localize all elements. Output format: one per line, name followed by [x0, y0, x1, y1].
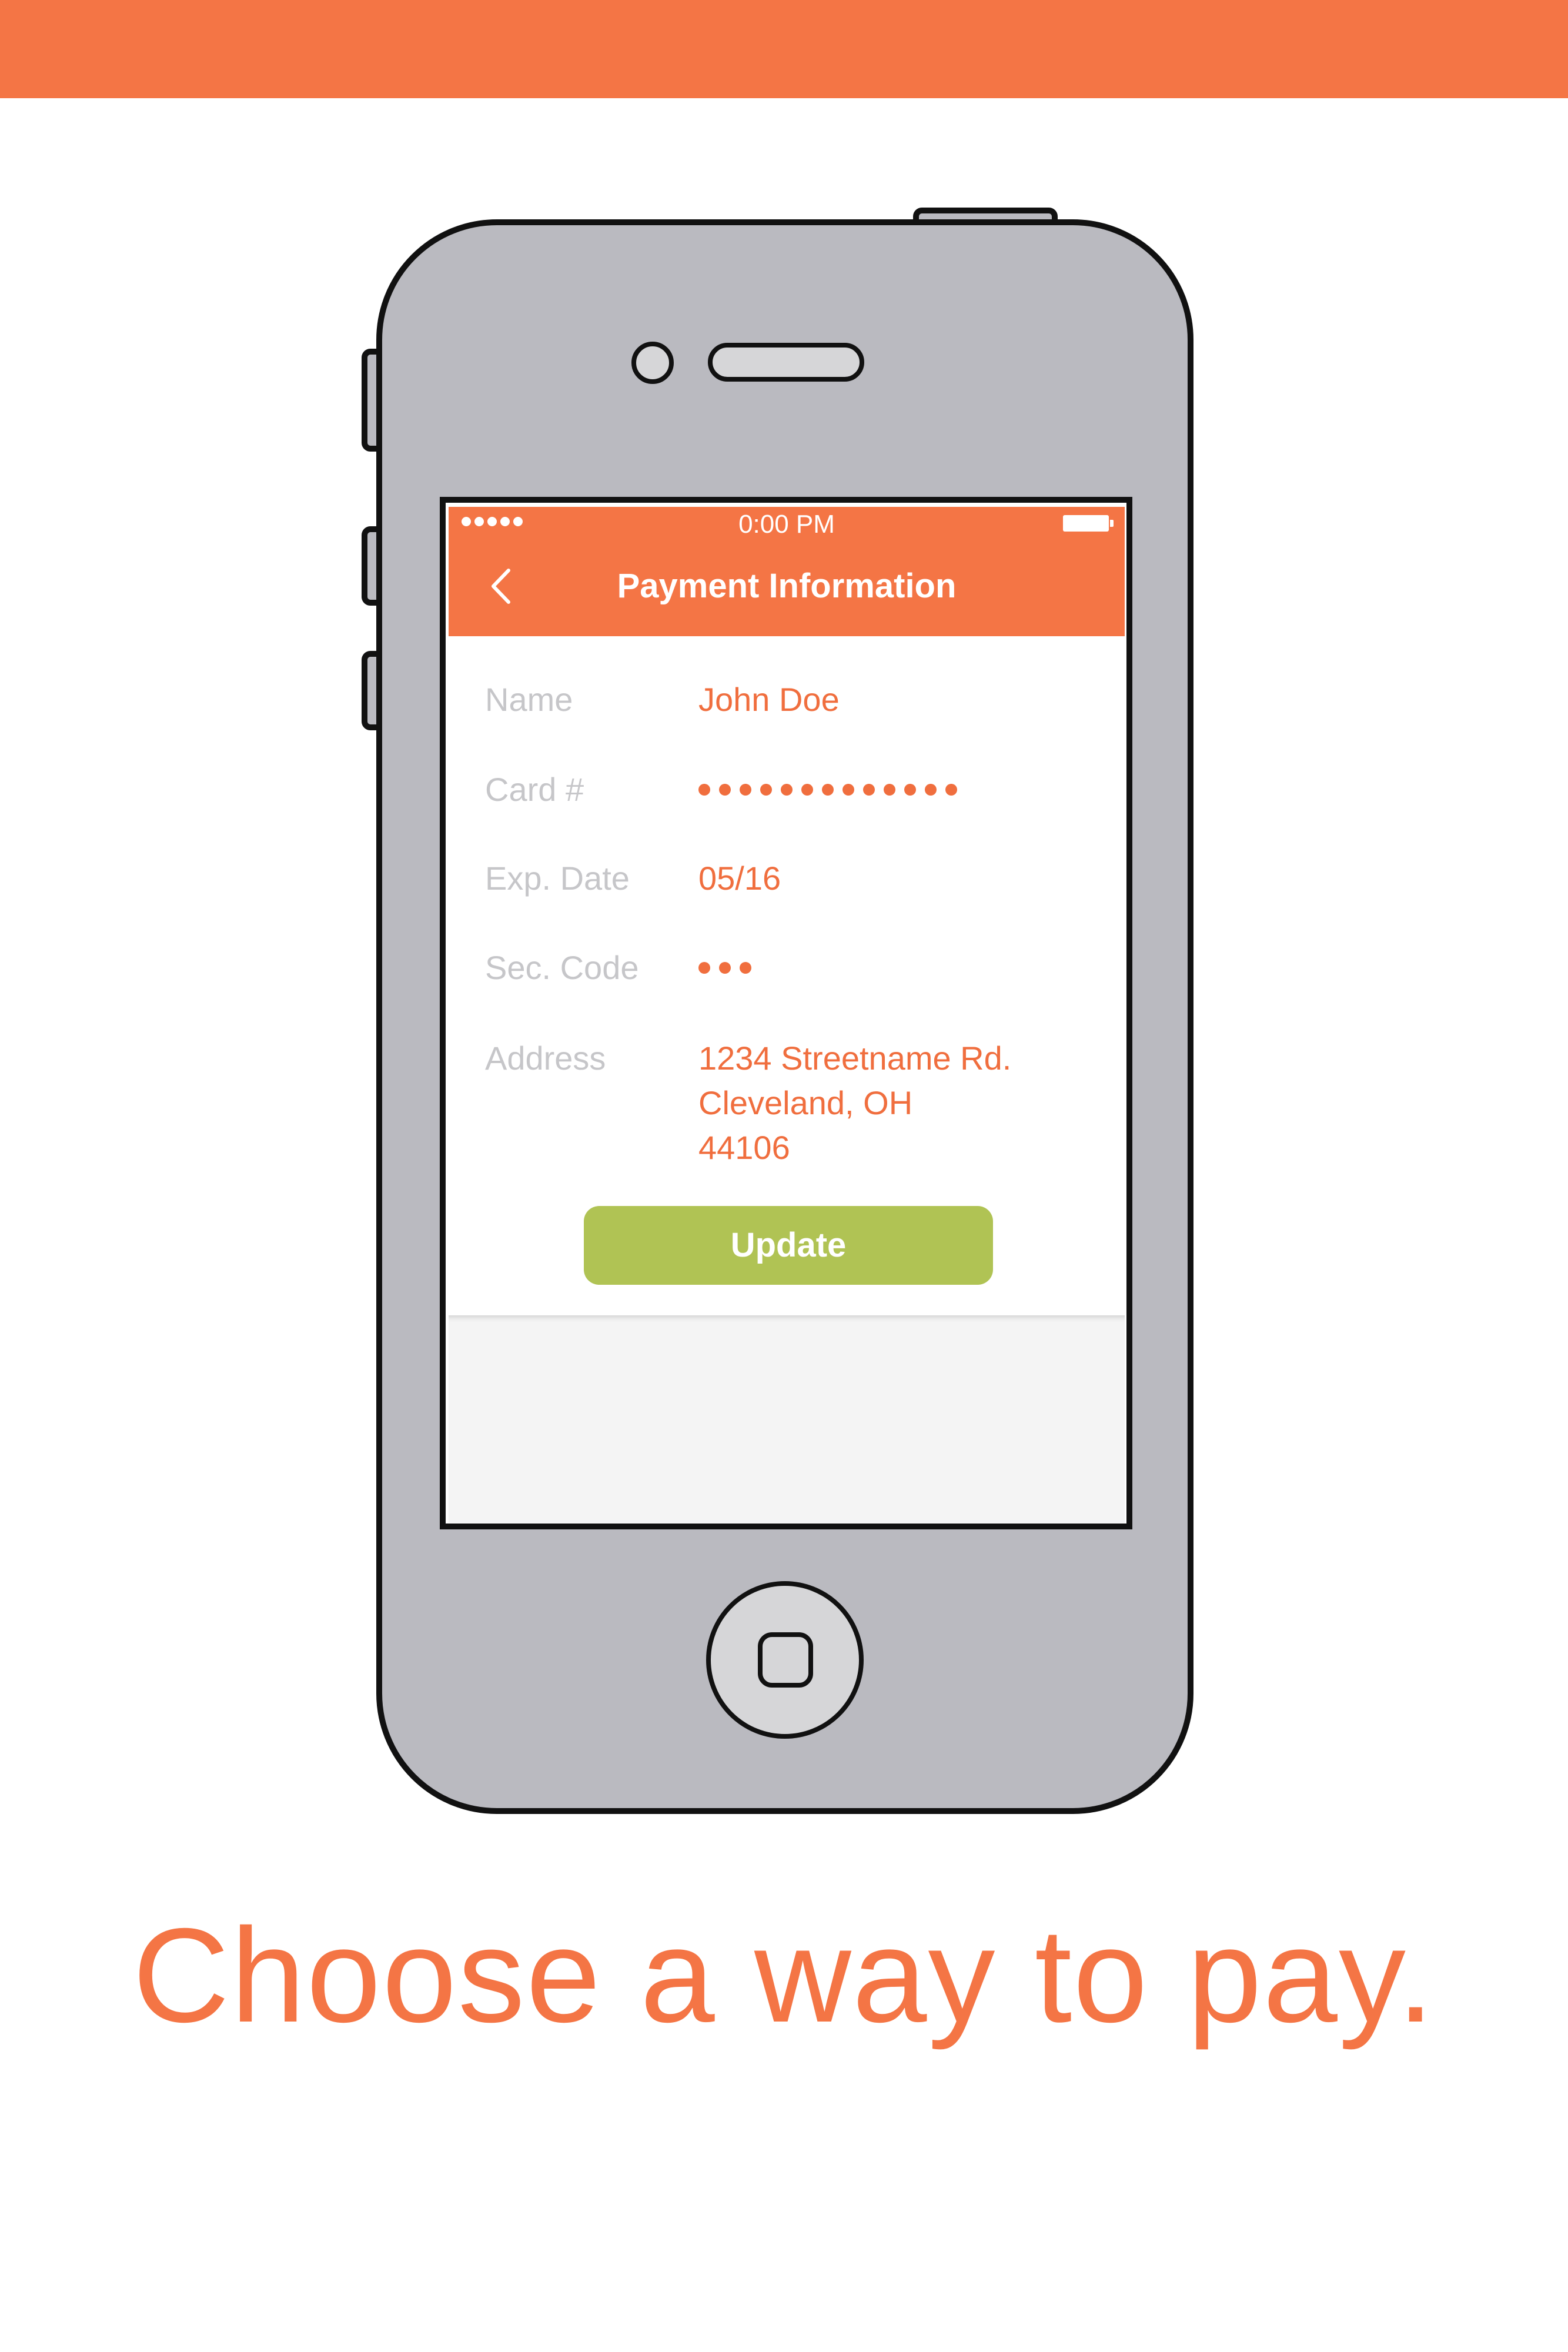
home-button-icon — [706, 1581, 864, 1739]
address-line: 44106 — [698, 1129, 790, 1166]
poster: 0:00 PM Payment Information Name John Do… — [0, 0, 1568, 2352]
tagline: Choose a way to pay. — [132, 1901, 1436, 2050]
mask-dot — [822, 784, 834, 796]
empty-content-area — [449, 1315, 1125, 1523]
mask-dot — [945, 784, 957, 796]
status-time: 0:00 PM — [738, 510, 835, 539]
address-value[interactable]: 1234 Streetname Rd. Cleveland, OH 44106 — [698, 1036, 1011, 1170]
mask-dot — [884, 784, 895, 796]
mask-dot — [719, 962, 731, 974]
name-value[interactable]: John Doe — [698, 677, 840, 722]
security-code-value[interactable] — [698, 946, 751, 974]
app-header: 0:00 PM Payment Information — [449, 507, 1125, 636]
masked-dots — [698, 767, 957, 796]
mask-dot — [801, 784, 813, 796]
mask-dot — [842, 784, 854, 796]
mask-dot — [740, 784, 751, 796]
mask-dot — [760, 784, 772, 796]
page-title: Payment Information — [617, 567, 957, 605]
mask-dot — [740, 962, 751, 974]
battery-icon — [1063, 515, 1114, 532]
field-label: Exp. Date — [485, 860, 630, 897]
field-label: Card # — [485, 771, 584, 808]
mask-dot — [781, 784, 793, 796]
mask-dot — [698, 784, 710, 796]
card-number-value[interactable] — [698, 767, 957, 796]
field-label: Sec. Code — [485, 949, 639, 986]
update-button[interactable]: Update — [584, 1206, 993, 1285]
masked-dots — [698, 946, 751, 974]
phone-screen: 0:00 PM Payment Information Name John Do… — [449, 507, 1125, 1523]
mask-dot — [904, 784, 916, 796]
front-camera-icon — [631, 342, 674, 384]
mask-dot — [863, 784, 875, 796]
mask-dot — [925, 784, 937, 796]
mask-dot — [698, 962, 710, 974]
mask-dot — [719, 784, 731, 796]
expiry-value[interactable]: 05/16 — [698, 856, 781, 901]
field-label: Name — [485, 681, 573, 718]
speaker-grille-icon — [708, 343, 864, 382]
address-line: Cleveland, OH — [698, 1084, 913, 1121]
address-line: 1234 Streetname Rd. — [698, 1040, 1012, 1077]
field-label: Address — [485, 1040, 606, 1077]
